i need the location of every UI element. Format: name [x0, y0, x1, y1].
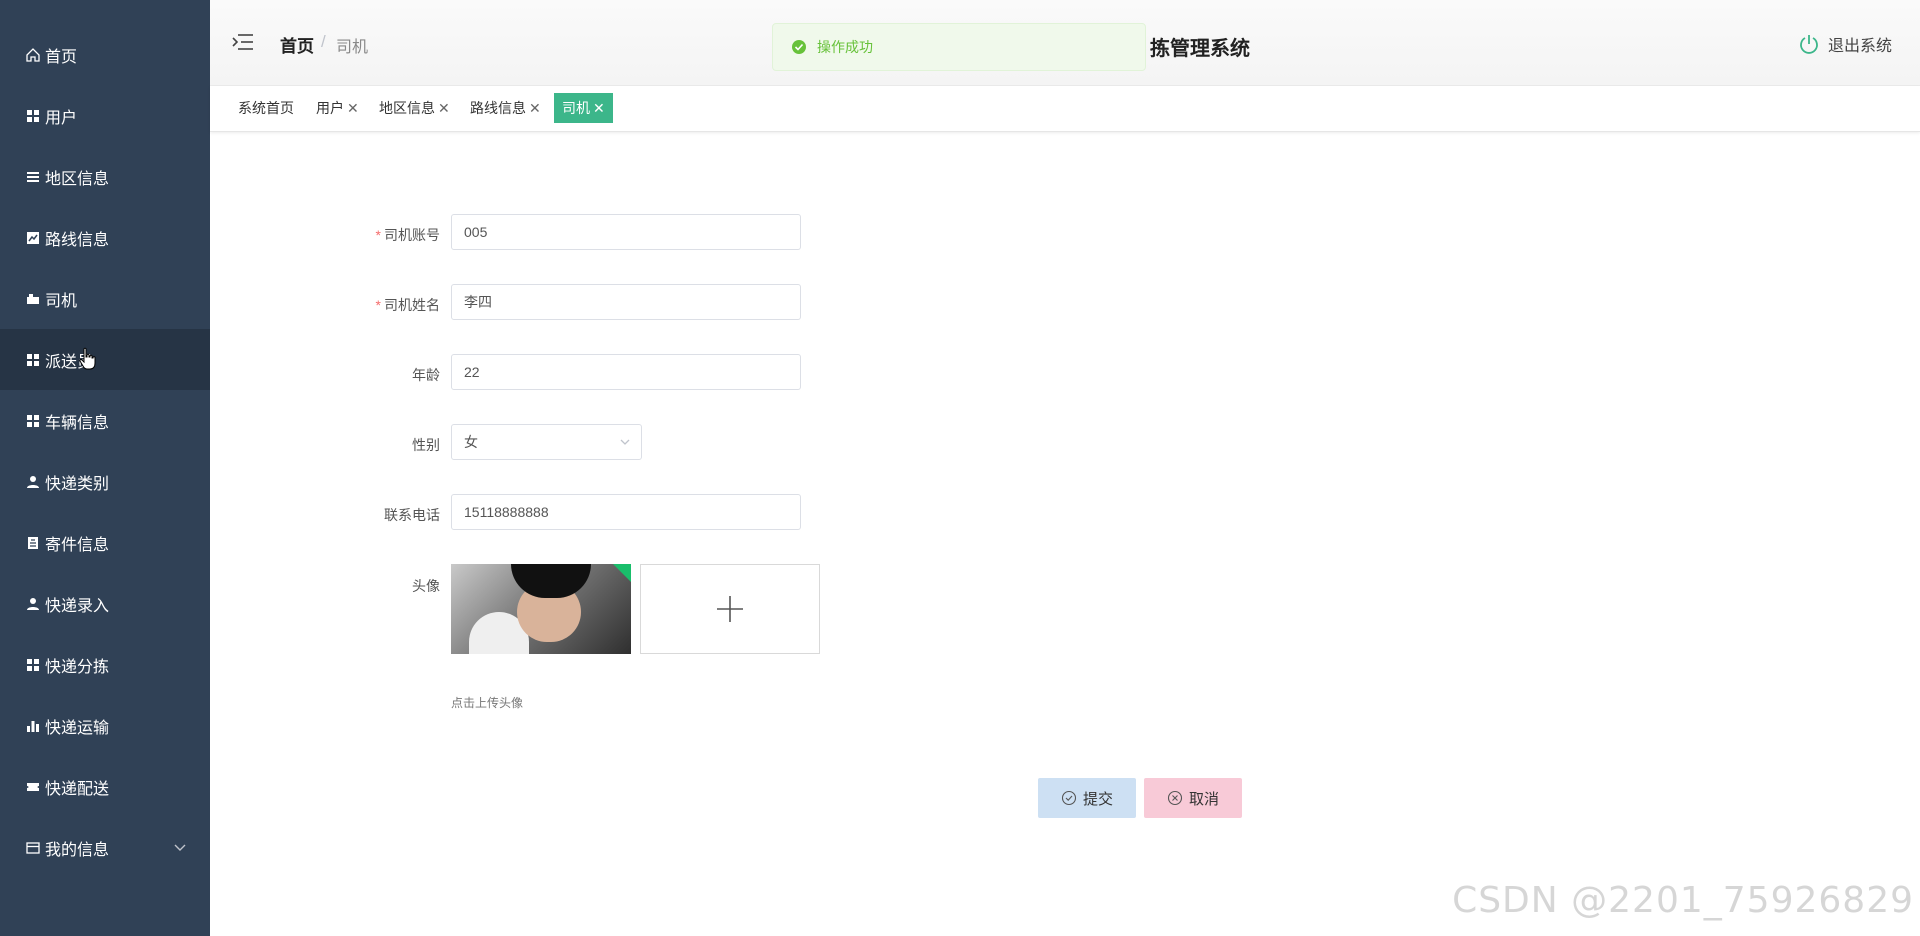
truck-icon: [24, 290, 42, 308]
sidebar-item-label: 快递分拣: [45, 658, 110, 676]
tag-system-home[interactable]: 系统首页: [230, 93, 302, 123]
gender-value: 女: [464, 434, 478, 450]
sidebar-item-label: 快递配送: [45, 780, 110, 798]
chart-icon: [24, 229, 42, 247]
sidebar-item-label: 首页: [45, 48, 78, 66]
tag-users[interactable]: 用户 ✕: [308, 93, 367, 123]
breadcrumb-separator: /: [321, 32, 326, 51]
tag-route[interactable]: 路线信息 ✕: [462, 93, 549, 123]
cancel-button[interactable]: 取消: [1144, 778, 1242, 818]
check-circle-icon: [792, 40, 806, 54]
submit-button[interactable]: 提交: [1038, 778, 1136, 818]
driver-account-input[interactable]: 005: [451, 214, 801, 250]
name-label: * 司机姓名: [375, 297, 440, 313]
grid-icon: [24, 351, 42, 369]
card-icon: [24, 839, 42, 857]
tag-label: 用户: [316, 100, 344, 116]
sidebar-item-label: 用户: [45, 109, 78, 127]
sidebar-item-label: 快递运输: [45, 719, 110, 737]
sidebar-item-courier[interactable]: 派送员: [0, 329, 210, 390]
logout-label: 退出系统: [1827, 38, 1892, 55]
phone-label: 联系电话: [384, 507, 440, 523]
account-label: * 司机账号: [375, 227, 440, 243]
tag-driver[interactable]: 司机 ✕: [554, 93, 613, 123]
sidebar-item-label: 司机: [45, 292, 78, 310]
hamburger-icon[interactable]: [232, 32, 254, 52]
bar-chart-icon: [24, 717, 42, 735]
avatar-upload-hint: 点击上传头像: [451, 696, 524, 710]
chevron-down-icon: [174, 844, 186, 851]
sidebar: 首页 用户 地区信息 路线信息 司机 派送员 车辆信息 快递类别 寄件信息 快递…: [0, 0, 210, 936]
breadcrumb-home[interactable]: 首页: [280, 32, 314, 57]
sidebar-item-vehicle[interactable]: 车辆信息: [0, 390, 210, 451]
close-icon[interactable]: ✕: [529, 100, 541, 117]
grid-icon: [24, 656, 42, 674]
home-icon: [24, 46, 42, 64]
gender-select[interactable]: 女: [451, 424, 642, 460]
sidebar-item-express-transport[interactable]: 快递运输: [0, 695, 210, 756]
tag-region[interactable]: 地区信息 ✕: [371, 93, 458, 123]
sidebar-item-label: 寄件信息: [45, 536, 110, 554]
sidebar-item-label: 路线信息: [45, 231, 110, 249]
sidebar-item-home[interactable]: 首页: [0, 24, 210, 85]
toast-message: 操作成功: [817, 39, 873, 55]
sidebar-item-label: 我的信息: [45, 841, 110, 859]
cancel-label: 取消: [1188, 790, 1219, 808]
watermark: CSDN @2201_75926829: [1452, 880, 1914, 921]
list-icon: [24, 168, 42, 186]
tag-label: 系统首页: [238, 100, 294, 116]
submit-label: 提交: [1082, 790, 1113, 808]
tags-bar: 系统首页 用户 ✕ 地区信息 ✕ 路线信息 ✕ 司机 ✕: [210, 86, 1920, 132]
sidebar-item-express-entry[interactable]: 快递录入: [0, 573, 210, 634]
sidebar-item-express-delivery[interactable]: 快递配送: [0, 756, 210, 817]
phone-input[interactable]: 15118888888: [451, 494, 801, 530]
age-input[interactable]: 22: [451, 354, 801, 390]
user-icon: [24, 473, 42, 491]
breadcrumb-current: 司机: [336, 39, 369, 56]
close-icon[interactable]: ✕: [347, 100, 359, 117]
grid-icon: [24, 107, 42, 125]
check-circle-icon: [1061, 790, 1077, 806]
sidebar-item-label: 车辆信息: [45, 414, 110, 432]
sidebar-item-region[interactable]: 地区信息: [0, 146, 210, 207]
avatar-thumbnail[interactable]: [451, 564, 631, 654]
power-icon: [1800, 35, 1818, 54]
tag-label: 地区信息: [379, 100, 435, 116]
sidebar-item-label: 快递类别: [45, 475, 110, 493]
age-label: 年龄: [412, 367, 440, 383]
close-icon[interactable]: ✕: [593, 100, 605, 117]
hand-cursor-icon: [79, 347, 96, 370]
chevron-down-icon: [620, 439, 630, 445]
sidebar-item-send-info[interactable]: 寄件信息: [0, 512, 210, 573]
sidebar-item-my-info[interactable]: 我的信息: [0, 817, 210, 878]
logout-button[interactable]: 退出系统: [1798, 32, 1892, 56]
sidebar-item-label: 地区信息: [45, 170, 110, 188]
user-icon: [24, 595, 42, 613]
ticket-icon: [24, 778, 42, 796]
avatar-upload-button[interactable]: [640, 564, 820, 654]
tag-label: 司机: [562, 100, 590, 116]
gender-label: 性别: [412, 437, 440, 453]
avatar-label: 头像: [412, 578, 440, 594]
sidebar-item-driver[interactable]: 司机: [0, 268, 210, 329]
sidebar-item-users[interactable]: 用户: [0, 85, 210, 146]
sidebar-item-express-sort[interactable]: 快递分拣: [0, 634, 210, 695]
tag-label: 路线信息: [470, 100, 526, 116]
grid-icon: [24, 412, 42, 430]
sidebar-item-express-type[interactable]: 快递类别: [0, 451, 210, 512]
close-circle-icon: [1167, 790, 1183, 806]
clipboard-icon: [24, 534, 42, 552]
sidebar-item-route[interactable]: 路线信息: [0, 207, 210, 268]
close-icon[interactable]: ✕: [438, 100, 450, 117]
system-title: 拣管理系统: [1150, 38, 1250, 60]
plus-icon: [717, 596, 743, 622]
sidebar-item-label: 快递录入: [45, 597, 110, 615]
success-toast: 操作成功: [772, 23, 1146, 71]
driver-name-input[interactable]: 李四: [451, 284, 801, 320]
